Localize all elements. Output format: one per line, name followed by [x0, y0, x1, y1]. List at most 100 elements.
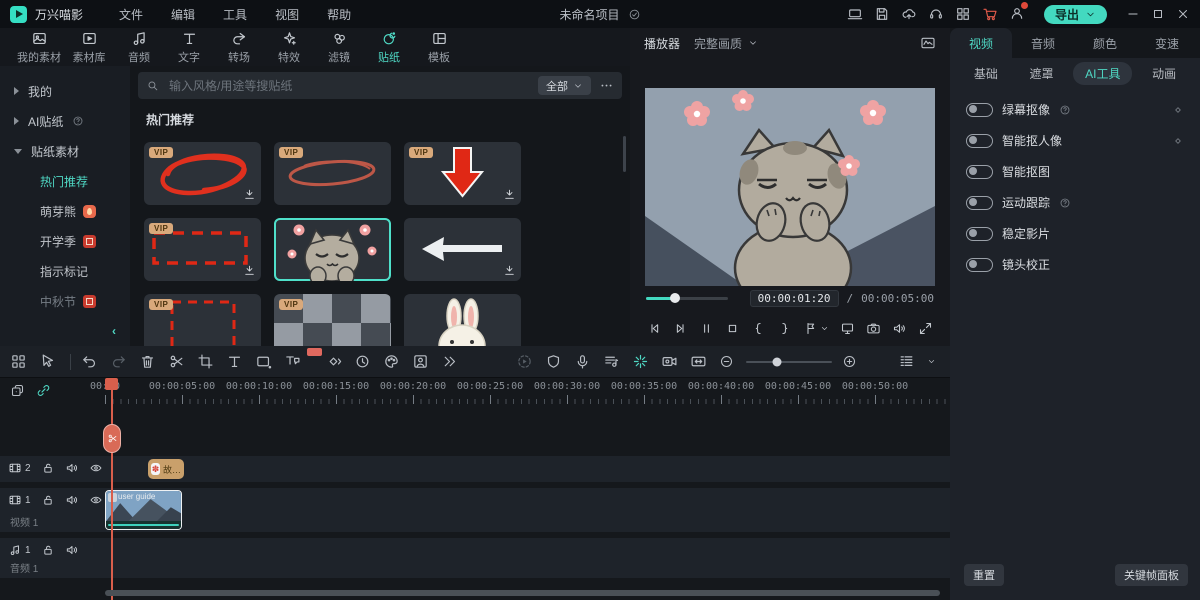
subtab-basic[interactable]: 基础: [962, 62, 1010, 85]
zoom-out-button[interactable]: [719, 354, 734, 369]
sticker-card-checker[interactable]: VIP: [274, 294, 391, 346]
sidebar-collapse-button[interactable]: ‹: [112, 324, 116, 338]
export-button[interactable]: 导出: [1044, 5, 1107, 24]
tab-filters[interactable]: 滤镜: [314, 30, 364, 65]
speed-button[interactable]: [354, 353, 371, 370]
undo-button[interactable]: [81, 353, 98, 370]
green-screen-toggle[interactable]: [966, 103, 993, 117]
menu-help[interactable]: 帮助: [313, 6, 365, 23]
next-frame-button[interactable]: [673, 321, 688, 336]
menu-view[interactable]: 视图: [261, 6, 313, 23]
preview-track-button[interactable]: [661, 353, 678, 370]
download-icon[interactable]: [243, 188, 256, 201]
account-avatar[interactable]: [1009, 5, 1025, 24]
track-manager-button[interactable]: [898, 353, 915, 370]
close-button[interactable]: [1176, 7, 1190, 21]
more-options-icon[interactable]: [599, 78, 614, 93]
tab-audio[interactable]: 音频: [114, 30, 164, 65]
keyframe-diamond-icon[interactable]: [1172, 135, 1184, 147]
previous-frame-button[interactable]: [647, 321, 662, 336]
tab-color[interactable]: 颜色: [1074, 28, 1136, 58]
support-headset-icon[interactable]: [928, 6, 944, 22]
tab-my-media[interactable]: 我的素材: [14, 30, 64, 65]
sidebar-item-indicator-marks[interactable]: 指示标记: [0, 256, 130, 286]
add-to-track-icon[interactable]: [10, 383, 25, 398]
sidebar-group-ai-stickers[interactable]: AI贴纸: [0, 106, 130, 136]
timeline-ruler[interactable]: 00:00 00:00:05:00 00:00:10:00 00:00:15:0…: [0, 378, 950, 404]
download-icon[interactable]: [503, 264, 516, 277]
tab-effects[interactable]: 特效: [264, 30, 314, 65]
tab-stickers[interactable]: 贴纸: [364, 30, 414, 65]
playhead-split-button[interactable]: [103, 424, 121, 453]
cart-icon[interactable]: [982, 6, 998, 22]
sidebar-group-sticker-assets[interactable]: 贴纸素材: [0, 136, 130, 166]
shield-button[interactable]: [545, 353, 562, 370]
lens-correction-toggle[interactable]: [966, 258, 993, 272]
seek-knob[interactable]: [670, 293, 680, 303]
tab-templates[interactable]: 模板: [414, 30, 464, 65]
tab-video[interactable]: 视频: [950, 28, 1012, 58]
motion-tracking-toggle[interactable]: [966, 196, 993, 210]
sticker-card-dashed-rect-2[interactable]: VIP: [144, 294, 261, 346]
second-display-button[interactable]: [840, 321, 855, 336]
download-icon[interactable]: [243, 264, 256, 277]
sidebar-item-trending[interactable]: 热门推荐: [0, 166, 130, 196]
select-tool-icon[interactable]: [39, 353, 56, 370]
subtab-ai-tools[interactable]: AI工具: [1073, 62, 1132, 85]
maximize-button[interactable]: [1151, 7, 1165, 21]
stop-button[interactable]: [725, 321, 740, 336]
cloud-upload-icon[interactable]: [901, 6, 917, 22]
marker-dropdown[interactable]: [803, 321, 829, 336]
audio-mixer-button[interactable]: [603, 353, 620, 370]
sidebar-item-mengyaxiong[interactable]: 萌芽熊: [0, 196, 130, 226]
snapshot-button[interactable]: [866, 321, 881, 336]
mark-in-button[interactable]: [751, 321, 766, 336]
color-button[interactable]: [383, 353, 400, 370]
tab-transitions[interactable]: 转场: [214, 30, 264, 65]
sticker-card-dashed-rect[interactable]: VIP: [144, 218, 261, 281]
crop-button[interactable]: [197, 353, 214, 370]
redo-button[interactable]: [110, 353, 127, 370]
device-icon[interactable]: [847, 6, 863, 22]
menu-file[interactable]: 文件: [105, 6, 157, 23]
sticker-card-cat-flowers[interactable]: VIP: [274, 218, 391, 281]
seek-slider[interactable]: [646, 297, 728, 300]
snap-button[interactable]: [632, 353, 649, 370]
mute-icon[interactable]: [65, 543, 79, 557]
render-preview-button[interactable]: [516, 353, 533, 370]
lock-icon[interactable]: [41, 493, 55, 507]
apps-grid-icon[interactable]: [955, 6, 971, 22]
sidebar-item-mid-autumn[interactable]: 中秋节: [0, 286, 130, 316]
help-icon[interactable]: [1059, 104, 1071, 116]
sticker-card-bunny[interactable]: VIP: [404, 294, 521, 346]
portrait-cutout-toggle[interactable]: [966, 134, 993, 148]
fullscreen-button[interactable]: [918, 321, 933, 336]
quick-text-button[interactable]: [226, 353, 243, 370]
filter-all-dropdown[interactable]: 全部: [538, 76, 591, 95]
sticker-card-sketch-ellipse[interactable]: VIP: [274, 142, 391, 205]
record-voiceover-button[interactable]: [574, 353, 591, 370]
sticker-card-red-scribble[interactable]: VIP: [144, 142, 261, 205]
reset-button[interactable]: 重置: [964, 564, 1004, 586]
delete-button[interactable]: [139, 353, 156, 370]
mark-out-button[interactable]: [777, 321, 792, 336]
track-overlay[interactable]: 2 ✽ 故…: [0, 456, 950, 482]
save-icon[interactable]: [874, 6, 890, 22]
volume-button[interactable]: [892, 321, 907, 336]
menu-edit[interactable]: 编辑: [157, 6, 209, 23]
video-scope-icon[interactable]: [920, 35, 936, 51]
keyframe-panel-button[interactable]: 关键帧面板: [1115, 564, 1188, 586]
zoom-knob[interactable]: [772, 357, 781, 366]
sidebar-group-mine[interactable]: 我的: [0, 76, 130, 106]
tab-text[interactable]: 文字: [164, 30, 214, 65]
split-button[interactable]: [168, 353, 185, 370]
lock-icon[interactable]: [41, 461, 55, 475]
sticker-clip[interactable]: ✽ 故…: [148, 459, 184, 479]
mute-icon[interactable]: [65, 493, 79, 507]
visibility-icon[interactable]: [89, 461, 103, 475]
subtab-mask[interactable]: 遮罩: [1017, 62, 1065, 85]
timeline-zoom-slider[interactable]: [746, 361, 832, 363]
media-blocks-icon[interactable]: [10, 353, 27, 370]
minimize-button[interactable]: [1126, 7, 1140, 21]
playhead-line[interactable]: [111, 378, 113, 600]
